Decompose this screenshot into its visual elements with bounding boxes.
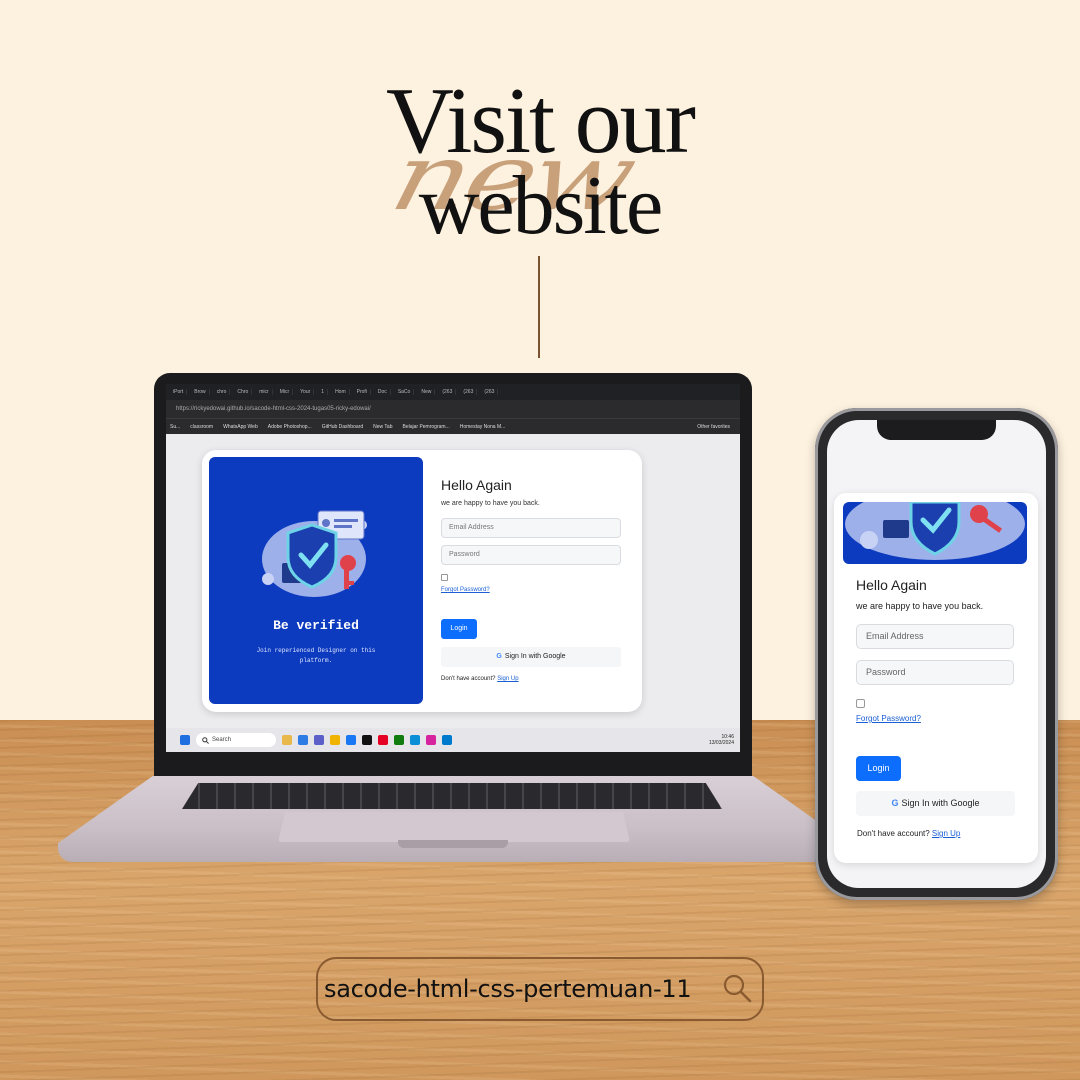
bookmark-item[interactable]: Belajar Pemrogram... xyxy=(402,424,449,430)
bookmarks-bar: Su... classroom WhatsApp Web Adobe Photosho… xyxy=(166,418,740,434)
bookmark-item[interactable]: Su... xyxy=(170,424,180,430)
phone-banner xyxy=(843,502,1027,564)
google-icon: G xyxy=(496,653,502,660)
taskbar-app-icon[interactable] xyxy=(378,735,388,745)
login-card: Be verified Join reperienced Designer on… xyxy=(202,450,642,712)
browser-tab[interactable]: Your xyxy=(297,389,315,395)
signup-link[interactable]: Sign Up xyxy=(932,829,960,838)
bookmark-other-favorites[interactable]: Other favorites xyxy=(697,424,740,430)
headline: new Visit our website xyxy=(0,60,1080,320)
taskbar-app-icon[interactable] xyxy=(330,735,340,745)
browser-tab[interactable]: Profi xyxy=(354,389,371,395)
forgot-password-link[interactable]: Forgot Password? xyxy=(856,714,921,723)
search-pill-text: sacode-html-css-pertemuan-11 xyxy=(324,975,692,1003)
form-subtitle: we are happy to have you back. xyxy=(441,500,540,507)
taskbar-app-icon[interactable] xyxy=(394,735,404,745)
browser-tab[interactable]: (263 xyxy=(439,389,457,395)
browser-tab[interactable]: chro xyxy=(214,389,231,395)
taskbar-app-icon[interactable] xyxy=(410,735,420,745)
laptop-trackpad xyxy=(278,812,630,842)
bookmark-item[interactable]: Homestay Nona M... xyxy=(460,424,506,430)
browser-tab[interactable]: Hom xyxy=(332,389,350,395)
password-field[interactable]: Password xyxy=(856,660,1014,685)
taskbar-app-icon[interactable] xyxy=(298,735,308,745)
browser-tab[interactable]: Micr xyxy=(277,389,294,395)
windows-start-icon[interactable] xyxy=(180,735,190,745)
bookmark-item[interactable]: GitHub Dashboard xyxy=(322,424,363,430)
headline-line-1: Visit our xyxy=(386,69,696,173)
phone-notch xyxy=(877,420,996,440)
google-signin-button[interactable]: G Sign In with Google xyxy=(441,647,621,667)
password-field[interactable]: Password xyxy=(441,545,621,565)
browser-url[interactable]: https://rickyedowai.github.io/sacode-htm… xyxy=(176,406,371,412)
signup-line: Don't have account? Sign Up xyxy=(441,676,519,682)
no-account-text: Don't have account? xyxy=(857,829,930,838)
login-button[interactable]: Login xyxy=(441,619,477,639)
browser-tab[interactable]: micr xyxy=(256,389,273,395)
taskbar-app-icon[interactable] xyxy=(442,735,452,745)
bookmark-item[interactable]: New Tab xyxy=(373,424,392,430)
browser-tab[interactable]: 1 xyxy=(318,389,329,395)
laptop-screen: iPort Brow chro Chro micr Micr Your 1 Hom Profi Do… xyxy=(166,384,740,752)
browser-tab[interactable]: (263 xyxy=(481,389,499,395)
google-icon: G xyxy=(891,798,899,808)
form-title: Hello Again xyxy=(856,577,927,593)
taskbar-clock[interactable]: 10:46 13/03/2024 xyxy=(709,734,740,746)
browser-tab[interactable]: Brow xyxy=(191,389,210,395)
taskbar-app-icon[interactable] xyxy=(362,735,372,745)
browser-tab[interactable]: New xyxy=(418,389,436,395)
laptop-keyboard xyxy=(182,783,722,809)
taskbar-search[interactable]: Search xyxy=(196,733,276,747)
security-shield-illustration xyxy=(262,510,367,597)
security-shield-illustration xyxy=(845,502,1025,560)
search-pill[interactable]: sacode-html-css-pertemuan-11 xyxy=(316,957,764,1021)
panel-title: Be verified xyxy=(273,618,359,633)
browser-tab[interactable]: (263 xyxy=(460,389,478,395)
login-button[interactable]: Login xyxy=(856,756,901,781)
search-icon xyxy=(202,736,209,744)
bookmark-item[interactable]: classroom xyxy=(190,424,213,430)
browser-address-bar[interactable]: https://rickyedowai.github.io/sacode-htm… xyxy=(166,400,740,418)
windows-taskbar: Search 10:46 13/03/2024 xyxy=(166,728,740,752)
google-signin-label: Sign In with Google xyxy=(901,798,980,808)
search-icon xyxy=(723,974,752,1003)
google-signin-button[interactable]: G Sign In with Google xyxy=(856,791,1015,816)
taskbar-search-label: Search xyxy=(212,737,232,743)
browser-tab[interactable]: Chro xyxy=(234,389,253,395)
headline-line-2: website xyxy=(418,159,664,252)
verified-panel: Be verified Join reperienced Designer on… xyxy=(209,457,423,704)
taskbar-app-icon[interactable] xyxy=(426,735,436,745)
remember-checkbox[interactable] xyxy=(441,574,448,581)
taskbar-date: 13/03/2024 xyxy=(708,740,734,746)
browser-tab[interactable]: Doc xyxy=(375,389,391,395)
email-field[interactable]: Email Address xyxy=(441,518,621,538)
phone-screen: Hello Again we are happy to have you bac… xyxy=(827,420,1046,888)
bookmark-item[interactable]: Adobe Photoshop... xyxy=(268,424,312,430)
forgot-password-link[interactable]: Forgot Password? xyxy=(441,587,490,593)
bookmark-item[interactable]: WhatsApp Web xyxy=(223,424,258,430)
form-title: Hello Again xyxy=(441,477,512,493)
no-account-text: Don't have account? xyxy=(441,676,496,682)
vertical-divider xyxy=(538,256,540,358)
taskbar-app-icon[interactable] xyxy=(282,735,292,745)
google-signin-label: Sign In with Google xyxy=(504,653,566,660)
email-field[interactable]: Email Address xyxy=(856,624,1014,649)
phone-login-card: Hello Again we are happy to have you bac… xyxy=(834,493,1038,863)
browser-tab[interactable]: iPort xyxy=(170,389,188,395)
remember-checkbox[interactable] xyxy=(856,699,865,708)
taskbar-app-icon[interactable] xyxy=(346,735,356,745)
signup-link[interactable]: Sign Up xyxy=(497,676,518,682)
panel-text: Join reperienced Designer on this platfo… xyxy=(256,647,376,664)
browser-tab[interactable]: SaCo xyxy=(395,389,415,395)
taskbar-app-icon[interactable] xyxy=(314,735,324,745)
signup-line: Don't have account? Sign Up xyxy=(857,829,960,838)
laptop-notch xyxy=(398,840,508,848)
form-subtitle: we are happy to have you back. xyxy=(856,601,984,611)
browser-tab-bar: iPort Brow chro Chro micr Micr Your 1 Hom Profi Do… xyxy=(166,384,740,400)
